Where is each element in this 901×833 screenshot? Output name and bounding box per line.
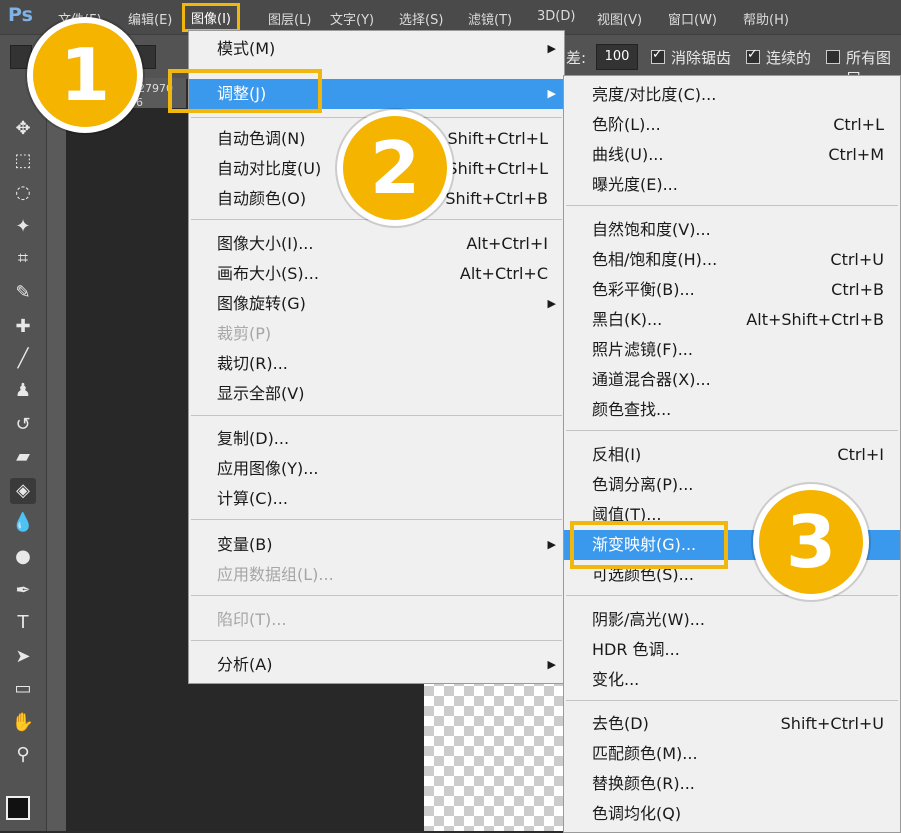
menu-item-image-size[interactable]: 图像大小(I)... Alt+Ctrl+I	[189, 229, 564, 259]
menu-view[interactable]: 视图(V)	[597, 9, 642, 28]
menu-type[interactable]: 文字(Y)	[330, 9, 374, 28]
foreground-color-swatch[interactable]	[6, 796, 30, 820]
eraser-icon[interactable]: ▰	[10, 444, 36, 470]
menu-item-desaturate[interactable]: 去色(D) Shift+Ctrl+U	[564, 709, 900, 739]
step-1-badge: 1	[27, 17, 143, 133]
zoom-tool-icon[interactable]: ⚲	[10, 742, 36, 768]
menu-item-match-color[interactable]: 匹配颜色(M)...	[564, 739, 900, 769]
menu-item-crop: 裁剪(P)	[217, 324, 272, 343]
menu-item-replace-color[interactable]: 替换颜色(R)...	[564, 769, 900, 799]
menu-item-trim[interactable]: 裁切(R)...	[189, 349, 564, 379]
dodge-tool-icon[interactable]: ●	[10, 544, 36, 570]
menu-image[interactable]: 图像(I)	[182, 3, 240, 32]
menu-item-shadows-highlights[interactable]: 阴影/高光(W)...	[564, 605, 900, 635]
menu-item-exposure[interactable]: 曝光度(E)...	[564, 170, 900, 200]
menu-item-apply-image[interactable]: 应用图像(Y)...	[189, 454, 564, 484]
pen-tool-icon[interactable]: ✒	[10, 578, 36, 604]
adjustments-submenu: 亮度/对比度(C)... 色阶(L)... Ctrl+L 曲线(U)... Ctrl…	[563, 75, 901, 833]
menu-item-color-lookup[interactable]: 颜色查找...	[564, 395, 900, 425]
menu-item-photo-filter[interactable]: 照片滤镜(F)...	[564, 335, 900, 365]
menu-separator	[191, 415, 562, 416]
rectangle-tool-icon[interactable]: ▭	[10, 676, 36, 702]
contiguous-checkbox[interactable]	[746, 47, 760, 64]
contiguous-label: 连续的	[766, 49, 812, 67]
menu-item-variations[interactable]: 变化...	[564, 665, 900, 695]
lasso-tool-icon[interactable]: ◌	[10, 180, 36, 206]
path-select-icon[interactable]: ➤	[10, 644, 36, 670]
menu-separator	[191, 595, 562, 596]
crop-tool-icon[interactable]: ⌗	[10, 246, 36, 272]
tools-panel: ✥ ⬚ ◌ ✦ ⌗ ✎ ✚ ╱ ♟ ↺ ▰ ◈ 💧 ● ✒ T ➤ ▭ ✋ ⚲	[0, 78, 46, 831]
menu-item-duplicate[interactable]: 复制(D)...	[189, 424, 564, 454]
marquee-tool-icon[interactable]: ⬚	[10, 148, 36, 174]
all-layers-checkbox[interactable]	[826, 50, 840, 64]
magic-wand-icon[interactable]: ✦	[10, 214, 36, 240]
menu-item-levels[interactable]: 色阶(L)... Ctrl+L	[564, 110, 900, 140]
tolerance-label: 差:	[566, 49, 587, 67]
antialias-checkbox[interactable]	[651, 47, 665, 64]
menu-separator	[566, 430, 898, 431]
menu-separator	[566, 205, 898, 206]
menu-3d[interactable]: 3D(D)	[537, 9, 575, 24]
menu-item-trap: 陷印(T)...	[217, 610, 287, 629]
menu-item-curves[interactable]: 曲线(U)... Ctrl+M	[564, 140, 900, 170]
menu-separator	[566, 595, 898, 596]
gradient-map-callout-box	[570, 521, 728, 569]
menu-item-posterize[interactable]: 色调分离(P)...	[564, 470, 900, 500]
menu-item-brightness-contrast[interactable]: 亮度/对比度(C)...	[564, 80, 900, 110]
menu-item-color-balance[interactable]: 色彩平衡(B)... Ctrl+B	[564, 275, 900, 305]
menu-item-reveal-all[interactable]: 显示全部(V)	[189, 379, 564, 409]
menu-item-channel-mixer[interactable]: 通道混合器(X)...	[564, 365, 900, 395]
hand-tool-icon[interactable]: ✋	[10, 710, 36, 736]
menu-item-vibrance[interactable]: 自然饱和度(V)...	[564, 215, 900, 245]
eyedropper-icon[interactable]: ✎	[10, 280, 36, 306]
step-2-badge: 2	[337, 110, 453, 226]
blur-tool-icon[interactable]: 💧	[10, 510, 36, 536]
menu-separator	[191, 519, 562, 520]
menu-item-invert[interactable]: 反相(I) Ctrl+I	[564, 440, 900, 470]
clone-stamp-icon[interactable]: ♟	[10, 378, 36, 404]
menu-separator	[566, 700, 898, 701]
menu-item-analysis[interactable]: 分析(A) ▶	[189, 650, 564, 680]
menu-item-calculations[interactable]: 计算(C)...	[189, 484, 564, 514]
menu-filter[interactable]: 滤镜(T)	[468, 9, 512, 28]
menu-item-canvas-size[interactable]: 画布大小(S)... Alt+Ctrl+C	[189, 259, 564, 289]
menu-item-apply-data-set: 应用数据组(L)...	[217, 565, 334, 584]
menu-layer[interactable]: 图层(L)	[268, 9, 311, 28]
transparent-canvas[interactable]	[424, 676, 569, 831]
menu-item-image-rotation[interactable]: 图像旋转(G) ▶	[189, 289, 564, 319]
menu-item-variables[interactable]: 变量(B) ▶	[189, 530, 564, 560]
step-3-badge: 3	[753, 484, 869, 600]
history-brush-icon[interactable]: ↺	[10, 412, 36, 438]
menu-help[interactable]: 帮助(H)	[743, 9, 789, 28]
menu-separator	[191, 640, 562, 641]
photoshop-logo: Ps	[8, 4, 33, 26]
menu-item-equalize[interactable]: 色调均化(Q)	[564, 799, 900, 829]
antialias-label: 消除锯齿	[671, 49, 732, 67]
brush-tool-icon[interactable]: ╱	[10, 346, 36, 372]
menu-edit[interactable]: 编辑(E)	[128, 9, 172, 28]
menu-item-hdr-toning[interactable]: HDR 色调...	[564, 635, 900, 665]
menu-item-hue-saturation[interactable]: 色相/饱和度(H)... Ctrl+U	[564, 245, 900, 275]
menu-item-mode[interactable]: 模式(M) ▶	[189, 34, 564, 64]
vertical-ruler	[46, 78, 67, 831]
menu-window[interactable]: 窗口(W)	[668, 9, 717, 28]
healing-brush-icon[interactable]: ✚	[10, 314, 36, 340]
tolerance-input[interactable]: 100	[596, 44, 638, 70]
move-tool-icon[interactable]: ✥	[10, 116, 36, 142]
menu-item-black-white[interactable]: 黑白(K)... Alt+Shift+Ctrl+B	[564, 305, 900, 335]
menu-select[interactable]: 选择(S)	[399, 9, 443, 28]
paint-bucket-icon[interactable]: ◈	[10, 478, 36, 504]
adjust-callout-box	[168, 69, 322, 113]
type-tool-icon[interactable]: T	[10, 610, 36, 636]
menu-bar: Ps 文件(F) 编辑(E) 图像(I) 图层(L) 文字(Y) 选择(S) 滤…	[0, 0, 901, 34]
